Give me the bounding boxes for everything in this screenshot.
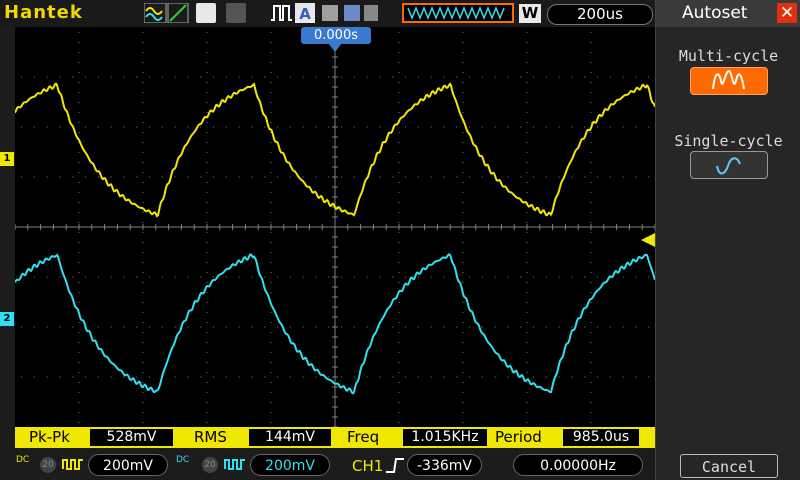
autoset-title: Autoset — [682, 3, 748, 23]
ch1-marker[interactable]: 1 — [0, 152, 14, 166]
ch2-coupling[interactable]: DC — [176, 456, 189, 465]
timebase-mode[interactable]: W — [519, 4, 541, 23]
ch2-probe-icon — [224, 459, 245, 470]
trigger-position-marker[interactable]: 0.000s — [301, 27, 371, 44]
single-cycle-button[interactable] — [690, 151, 768, 179]
math-channel-icon[interactable] — [144, 3, 190, 23]
ch1-probe-icon — [62, 459, 83, 470]
single-cycle-label: Single-cycle — [674, 132, 783, 150]
trigger-position-label: 0.000s — [314, 28, 358, 43]
waveform-traces — [15, 82, 655, 395]
meas-value-period: 985.0us — [563, 429, 639, 446]
trigger-level[interactable]: -336mV — [407, 454, 482, 476]
display-icon[interactable] — [226, 3, 246, 23]
trigger-position-arrow-icon — [328, 43, 342, 52]
ch2-scale[interactable]: 200mV — [250, 454, 330, 476]
ch1-scale[interactable]: 200mV — [88, 454, 168, 476]
ch2-bandwidth-limit[interactable]: 20 — [202, 457, 218, 473]
ch1-trace — [15, 82, 655, 218]
trigger-frequency: 0.00000Hz — [513, 454, 643, 476]
meas-value-rms: 144mV — [249, 429, 331, 446]
save-icon[interactable] — [320, 3, 380, 23]
run-mode-icon[interactable]: A — [270, 3, 316, 23]
trigger-source[interactable]: CH1 — [352, 456, 383, 476]
ref-waveform-icon[interactable] — [196, 3, 216, 23]
autoset-header: Autoset ✕ — [656, 0, 800, 27]
meas-value-pkpk: 528mV — [90, 429, 173, 446]
top-toolbar: Hantek A W 200us — [0, 0, 655, 27]
timebase-window-icon[interactable] — [402, 3, 514, 23]
ch2-marker[interactable]: 2 — [0, 312, 14, 326]
meas-label-pkpk: Pk-Pk — [29, 428, 70, 446]
trigger-edge-rising-icon[interactable] — [385, 457, 405, 473]
brand-logo: Hantek — [4, 2, 83, 23]
autoset-panel: Autoset ✕ Multi-cycle Single-cycle Cance… — [655, 0, 800, 480]
ch1-bandwidth-limit[interactable]: 20 — [40, 457, 56, 473]
status-bar: DC 20 200mV DC 20 200mV CH1 -336mV 0.000… — [0, 448, 655, 480]
ch2-trace — [15, 253, 655, 395]
cancel-button[interactable]: Cancel — [680, 454, 778, 478]
close-icon[interactable]: ✕ — [777, 3, 797, 23]
meas-label-freq: Freq — [347, 428, 380, 446]
multi-cycle-wave-icon — [712, 69, 745, 90]
waveform-display[interactable]: 0.000s — [15, 27, 655, 427]
meas-label-rms: RMS — [194, 428, 227, 446]
measurement-bar: Pk-Pk 528mV RMS 144mV Freq 1.015KHz Peri… — [15, 427, 655, 448]
multi-cycle-button[interactable] — [690, 67, 768, 95]
timebase-value[interactable]: 200us — [547, 4, 653, 25]
ch1-coupling[interactable]: DC — [16, 456, 29, 465]
single-cycle-wave-icon — [716, 157, 741, 175]
meas-value-freq: 1.015KHz — [403, 429, 487, 446]
meas-label-period: Period — [495, 428, 542, 446]
svg-text:A: A — [299, 5, 311, 23]
trigger-level-icon[interactable] — [641, 233, 655, 247]
multi-cycle-label: Multi-cycle — [678, 47, 779, 65]
